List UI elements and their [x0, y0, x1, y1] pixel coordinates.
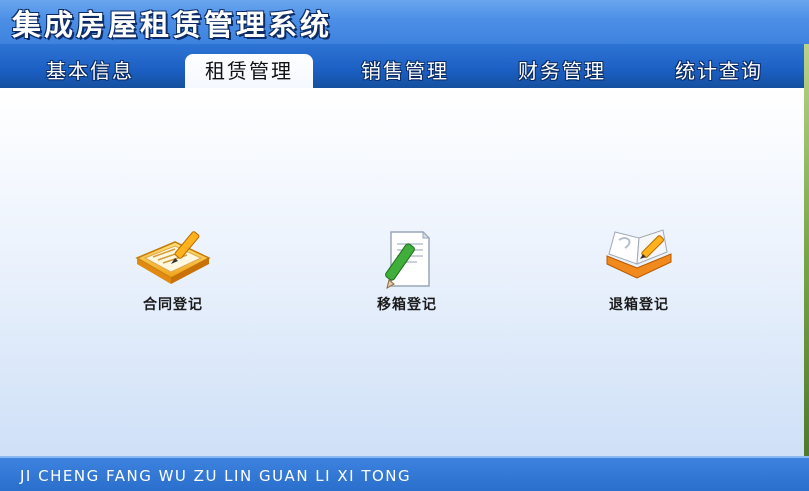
footer-pinyin-title: JI CHENG FANG WU ZU LIN GUAN LI XI TONG — [20, 467, 412, 485]
title-bar: 集成房屋租赁管理系统 — [0, 0, 809, 44]
return-box-register-label: 退箱登记 — [609, 297, 669, 313]
contract-register-button[interactable]: 合同登记 — [118, 228, 228, 314]
tab-statistics-query[interactable]: 统计查询 — [659, 54, 779, 88]
contract-notebook-icon — [135, 231, 211, 284]
open-book-pencil-icon — [606, 229, 672, 279]
tab-finance-management[interactable]: 财务管理 — [502, 54, 622, 88]
document-pencil-icon — [385, 230, 431, 290]
move-box-register-label: 移箱登记 — [377, 297, 437, 313]
tab-basic-info[interactable]: 基本信息 — [30, 54, 150, 88]
main-tab-bar: 基本信息 租赁管理 销售管理 财务管理 统计查询 — [0, 44, 809, 88]
return-box-register-button[interactable]: 退箱登记 — [584, 228, 694, 314]
window-edge-decoration — [804, 44, 809, 456]
contract-register-label: 合同登记 — [143, 297, 203, 313]
tab-lease-management[interactable]: 租赁管理 — [185, 54, 313, 88]
footer-bar: JI CHENG FANG WU ZU LIN GUAN LI XI TONG — [0, 456, 809, 491]
tab-sales-management[interactable]: 销售管理 — [345, 54, 465, 88]
app-title: 集成房屋租赁管理系统 — [12, 8, 333, 42]
move-box-register-button[interactable]: 移箱登记 — [352, 228, 462, 314]
